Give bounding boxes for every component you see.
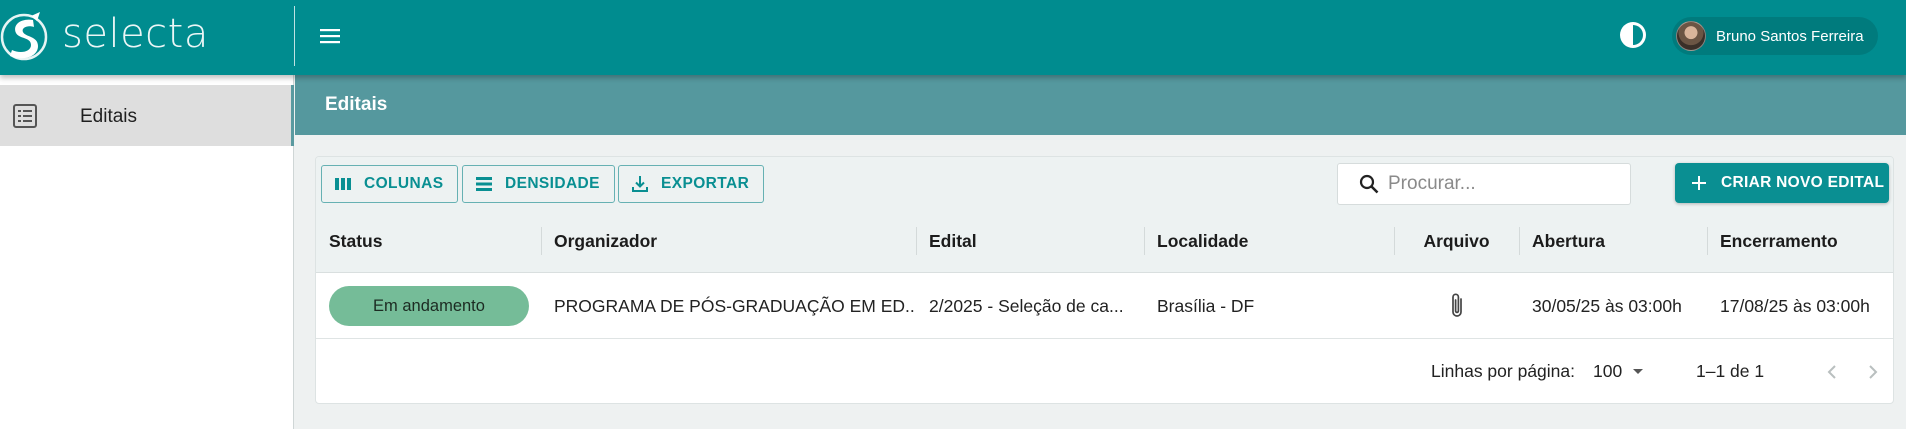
logo-text: selecta [62,11,209,57]
app-bar: selecta Bruno Santos Ferreira [0,0,1906,75]
column-header-organizador[interactable]: Organizador [541,209,916,273]
create-edital-button[interactable]: CRIAR NOVO EDITAL [1675,163,1889,203]
table-toolbar: COLUNAS DENSIDADE EXPORTAR Procurar... C… [316,157,1893,273]
export-label: EXPORTAR [661,175,750,192]
edital-cell: 2/2025 - Seleção de ca... [929,295,1124,316]
table-row[interactable]: Em andamento PROGRAMA DE PÓS-GRADUAÇÃO E… [316,273,1893,339]
localidade-cell: Brasília - DF [1157,295,1255,316]
column-header-arquivo[interactable]: Arquivo [1394,209,1519,273]
user-name: Bruno Santos Ferreira [1716,27,1864,45]
contrast-toggle-button[interactable] [1616,18,1650,52]
previous-page-button[interactable] [1818,358,1846,386]
export-button[interactable]: EXPORTAR [618,165,765,203]
appbar-divider [294,6,295,66]
sidebar-item-label: Editais [80,106,138,127]
rows-per-page-value: 100 [1593,360,1623,381]
arquivo-cell [1394,273,1519,339]
encerramento-cell: 17/08/25 às 03:00h [1720,295,1870,316]
density-icon [476,177,492,191]
selecta-logo-icon [0,12,48,61]
chevron-left-icon [1827,365,1836,379]
editais-table: COLUNAS DENSIDADE EXPORTAR Procurar... C… [315,156,1894,404]
sidebar-item-editais[interactable]: Editais [0,85,294,146]
user-menu[interactable]: Bruno Santos Ferreira [1672,17,1878,55]
table-pagination: Linhas por página: 100 1–1 de 1 [316,339,1893,403]
status-badge: Em andamento [329,286,529,326]
next-page-button[interactable] [1859,358,1887,386]
page-title: Editais [325,94,388,115]
pagination-range: 1–1 de 1 [1696,361,1765,381]
density-button[interactable]: DENSIDADE [462,165,615,203]
chevron-right-icon [1869,365,1878,379]
menu-button[interactable] [314,20,346,52]
contrast-icon [1620,22,1646,48]
column-header-edital[interactable]: Edital [916,209,1144,273]
plus-icon [1692,176,1706,190]
organizador-cell: PROGRAMA DE PÓS-GRADUAÇÃO EM ED... [554,295,916,316]
page-header: Editais [295,75,1906,135]
sidebar: Editais [0,75,294,429]
column-header-status[interactable]: Status [316,209,541,273]
column-header-encerramento[interactable]: Encerramento [1707,209,1893,273]
abertura-cell: 30/05/25 às 03:00h [1532,295,1682,316]
rows-per-page-label: Linhas por página: [1431,361,1575,381]
search-field[interactable] [1337,163,1631,205]
column-header-abertura[interactable]: Abertura [1519,209,1707,273]
columns-label: COLUNAS [364,175,444,192]
search-input[interactable] [1388,173,1628,195]
rows-per-page-select[interactable]: 100 [1593,357,1646,385]
status-cell: Em andamento [316,273,541,339]
search-icon [1359,174,1379,194]
paperclip-icon[interactable] [1447,291,1467,321]
table-header-row: Status Organizador Edital Localidade Arq… [316,209,1893,273]
columns-icon [335,178,351,190]
download-icon [632,176,648,192]
list-icon [13,104,37,128]
columns-button[interactable]: COLUNAS [321,165,459,203]
caret-down-icon [1633,369,1644,374]
column-header-localidade[interactable]: Localidade [1144,209,1394,273]
avatar [1676,21,1706,51]
create-edital-label: CRIAR NOVO EDITAL [1721,174,1885,191]
app-logo[interactable]: selecta [0,6,209,66]
density-label: DENSIDADE [505,175,600,192]
hamburger-menu-icon [320,29,340,44]
